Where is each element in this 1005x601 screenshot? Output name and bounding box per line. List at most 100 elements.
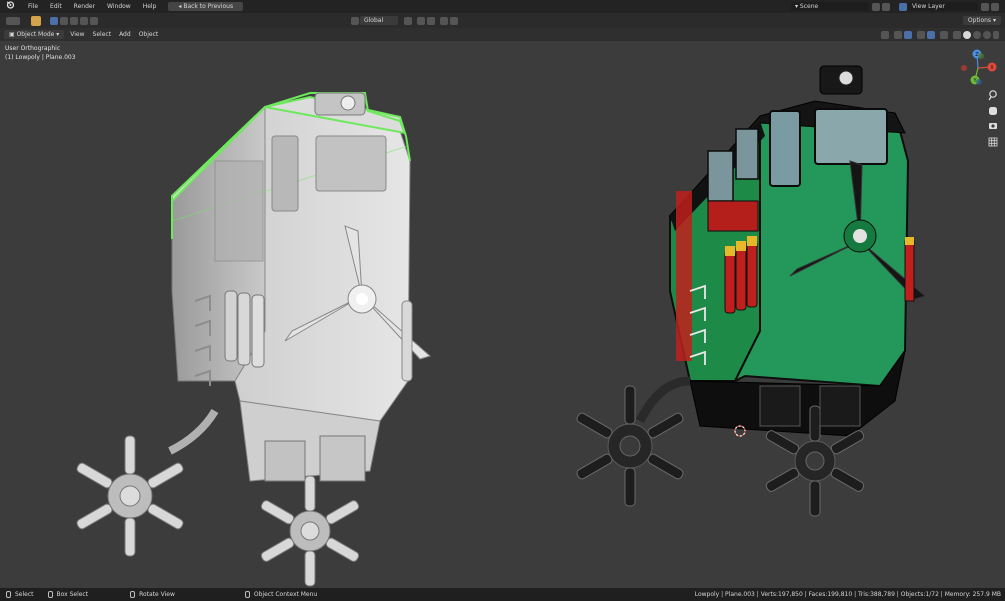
lowpoly-cylinder (735, 245, 747, 311)
viewport-header: ▣ Object Mode ▾ View Select Add Object (0, 28, 1005, 41)
highpoly-cylinder (251, 294, 265, 368)
lowpoly-red-panel (707, 200, 759, 232)
menu-edit[interactable]: Edit (44, 0, 68, 13)
header-menu-view[interactable]: View (66, 28, 88, 41)
snap-target-icon[interactable] (426, 16, 435, 25)
select-mode-invert-icon[interactable] (80, 16, 88, 25)
highpoly-model[interactable] (76, 92, 432, 587)
status-box-select: Box Select (47, 591, 89, 598)
options-dropdown[interactable]: Options ▾ (962, 16, 1001, 25)
highpoly-roof-lamp (340, 95, 356, 111)
status-rotate-view: Rotate View (130, 591, 175, 598)
highpoly-roof-box (314, 92, 366, 116)
proportional-edit-icon[interactable] (439, 16, 448, 25)
highpoly-front-window (315, 135, 387, 192)
highpoly-side-window (271, 135, 299, 212)
options-label: Options (967, 17, 992, 24)
lowpoly-cylinder (746, 240, 758, 308)
zoom-icon[interactable] (988, 90, 997, 101)
tool-settings-bar: Global Options ▾ (0, 13, 1005, 28)
view-layer-selector[interactable]: View Layer (908, 2, 978, 11)
3d-viewport[interactable]: User Orthographic (1) Lowpoly | Plane.00… (0, 41, 1005, 588)
lowpoly-gear-housing (819, 385, 861, 427)
back-to-previous-label: Back to Previous (183, 3, 234, 10)
blender-logo-icon[interactable] (0, 0, 22, 13)
select-tool-icon[interactable] (31, 15, 41, 26)
gizmo-neg-y[interactable] (978, 53, 984, 59)
back-to-previous-button[interactable]: ◂ Back to Previous (168, 2, 244, 11)
new-view-layer-icon[interactable] (981, 2, 989, 11)
lowpoly-cylinder-cap (725, 246, 735, 256)
select-mode-extend-icon[interactable] (60, 16, 68, 25)
lowpoly-front-window (814, 108, 888, 165)
delete-view-layer-icon[interactable] (991, 2, 999, 11)
lowpoly-cab-window (735, 128, 759, 180)
lowpoly-model[interactable] (576, 65, 927, 517)
object-mode-icon: ▣ (9, 31, 17, 38)
highpoly-gear-housing (319, 435, 366, 482)
lowpoly-cylinder-cap (747, 236, 757, 246)
highpoly-wheel-right (260, 475, 360, 587)
delete-scene-icon[interactable] (882, 2, 890, 11)
shading-wireframe-icon[interactable] (953, 30, 961, 39)
shading-solid-icon[interactable] (963, 30, 971, 39)
highpoly-gear-housing (264, 440, 306, 482)
select-mode-new-icon[interactable] (50, 16, 58, 25)
transform-orientation-dropdown[interactable]: Global (359, 16, 398, 25)
gizmo-neg-x[interactable] (961, 65, 967, 71)
status-context-menu: Object Context Menu (244, 591, 317, 598)
view-layer-icon[interactable] (899, 2, 907, 11)
status-select-label: Select (15, 591, 34, 598)
editor-type-icon[interactable] (6, 16, 20, 25)
scene-statistics: Lowpoly | Plane.003 | Verts:197,850 | Fa… (694, 591, 1001, 598)
menu-help[interactable]: Help (137, 0, 163, 13)
camera-view-icon[interactable] (989, 123, 997, 129)
pan-hand-icon[interactable] (989, 107, 997, 115)
status-rotate-view-label: Rotate View (139, 591, 175, 598)
highpoly-cylinder (237, 292, 251, 366)
lowpoly-cylinder (724, 250, 736, 314)
grid-view-icon[interactable] (988, 137, 998, 147)
pivot-point-icon[interactable] (403, 16, 412, 25)
mode-label: Object Mode (16, 31, 55, 38)
xray-icon[interactable] (940, 30, 948, 39)
status-bar: Select Box Select Rotate View Object Con… (0, 588, 1005, 601)
scene-name: Scene (799, 3, 819, 10)
mode-dropdown[interactable]: ▣ Object Mode ▾ (4, 30, 65, 39)
lowpoly-hose (635, 376, 691, 424)
lowpoly-roof-lamp (838, 70, 854, 86)
overlays-icon[interactable] (927, 30, 935, 39)
menu-window[interactable]: Window (101, 0, 137, 13)
menu-render[interactable]: Render (68, 0, 101, 13)
gizmo-icon[interactable] (904, 30, 912, 39)
view-layer-name: View Layer (912, 3, 945, 10)
status-select: Select (6, 591, 34, 598)
shading-options-icon[interactable] (993, 30, 999, 39)
snap-icon[interactable] (416, 16, 425, 25)
header-menu-select[interactable]: Select (89, 28, 116, 41)
status-box-select-label: Box Select (56, 591, 89, 598)
orientation-icon (350, 16, 359, 25)
lowpoly-cab-window (707, 150, 734, 202)
select-mode-subtract-icon[interactable] (70, 16, 78, 25)
header-menu-object[interactable]: Object (135, 28, 163, 41)
left-mouse-icon (6, 591, 11, 598)
navigation-gizmo[interactable]: X Z Y (961, 49, 997, 86)
header-menu-add[interactable]: Add (115, 28, 135, 41)
highpoly-hose (168, 408, 219, 455)
scene-selector[interactable]: ▾ Scene (791, 2, 869, 11)
overlays-toggle-icon[interactable] (917, 30, 925, 39)
highpoly-door-panel (214, 160, 264, 262)
lowpoly-side-light-cap (905, 237, 914, 245)
menu-file[interactable]: File (22, 0, 44, 13)
shading-rendered-icon[interactable] (983, 30, 991, 39)
gizmo-neg-z[interactable] (976, 79, 982, 85)
visibility-icon[interactable] (881, 30, 889, 39)
lowpoly-gear-housing (759, 385, 801, 427)
new-scene-icon[interactable] (872, 2, 880, 11)
highpoly-pipe (401, 300, 413, 382)
gizmo-toggle-icon[interactable] (894, 30, 902, 39)
select-mode-intersect-icon[interactable] (90, 16, 98, 25)
shading-material-icon[interactable] (973, 30, 981, 39)
falloff-icon[interactable] (449, 16, 458, 25)
